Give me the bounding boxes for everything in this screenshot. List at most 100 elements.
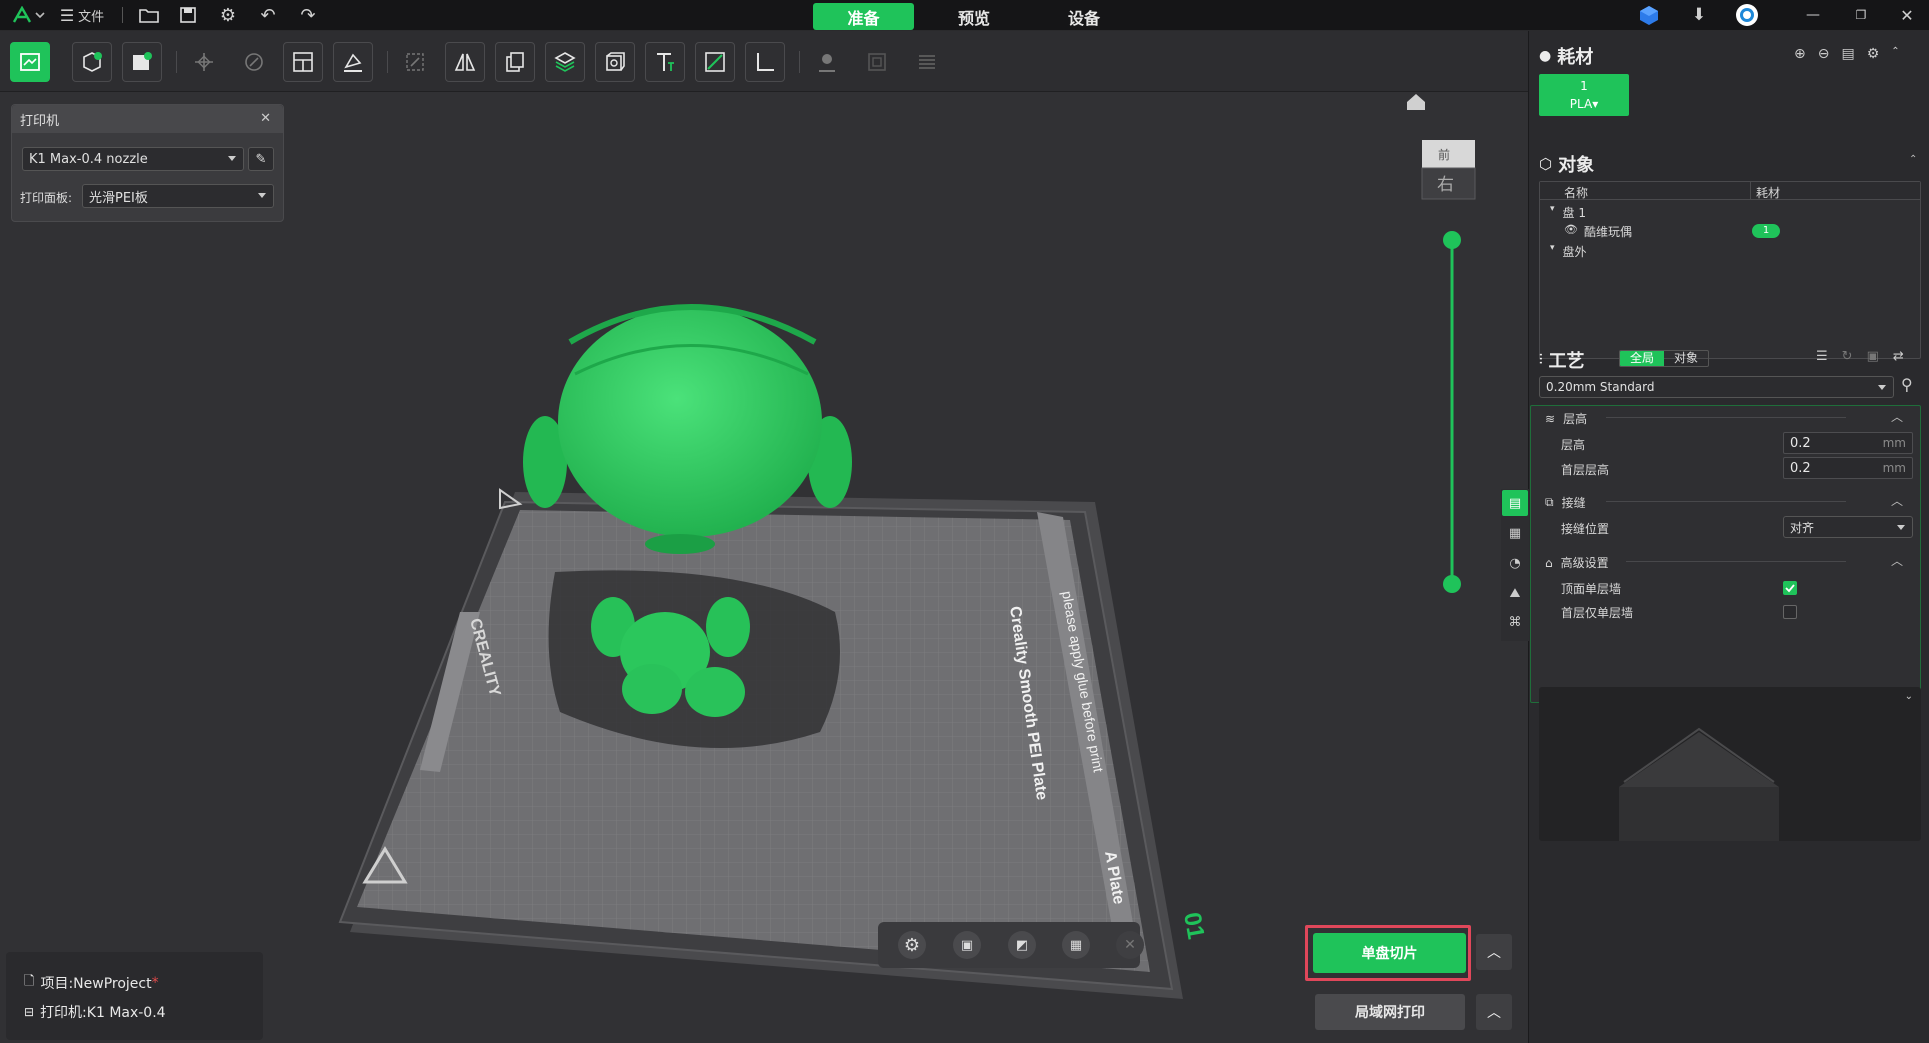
minimize-icon[interactable]: — bbox=[1800, 4, 1826, 26]
auto-arrange-button[interactable] bbox=[184, 42, 224, 82]
view-cube[interactable]: 前 右 bbox=[1421, 140, 1476, 200]
plate-preview-thumbnail[interactable]: ⌄ bbox=[1539, 687, 1921, 841]
objects-collapse-icon[interactable]: ⌃ bbox=[1909, 154, 1917, 165]
remove-filament-icon[interactable]: ⊖ bbox=[1818, 46, 1830, 62]
compare-icon[interactable]: ⇄ bbox=[1893, 349, 1904, 364]
print-options-button[interactable]: ︿ bbox=[1476, 994, 1512, 1030]
add-object-button[interactable] bbox=[72, 42, 112, 82]
slice-layers-button[interactable] bbox=[907, 42, 947, 82]
title-bar: ☰ 文件 ⚙ ↶ ↷ 准备 预览 设备 ⬇ — ❐ ✕ bbox=[0, 0, 1929, 31]
app-logo-menu[interactable] bbox=[10, 4, 48, 26]
close-panel-icon[interactable]: ✕ bbox=[260, 111, 271, 126]
file-menu[interactable]: ☰ 文件 bbox=[56, 4, 108, 26]
top-one-wall-checkbox[interactable] bbox=[1783, 581, 1797, 595]
filament-edit-icon[interactable]: ▤ bbox=[1841, 46, 1854, 62]
tab-prepare[interactable]: 准备 bbox=[813, 3, 914, 30]
plate-auto-arrange-icon[interactable]: ◩ bbox=[1008, 931, 1036, 959]
mirror-button[interactable] bbox=[445, 42, 485, 82]
close-window-icon[interactable]: ✕ bbox=[1894, 4, 1920, 26]
visibility-eye-icon[interactable]: 👁 bbox=[1564, 223, 1578, 240]
3d-viewport[interactable]: Creality Smooth PEI Plate please apply g… bbox=[0, 92, 1528, 1043]
plate-settings-gear-icon[interactable]: ⚙ bbox=[898, 931, 926, 959]
plate-orient-icon[interactable]: ▣ bbox=[953, 931, 981, 959]
redo-icon[interactable]: ↷ bbox=[295, 4, 321, 26]
save-preset-icon[interactable]: ▣ bbox=[1867, 349, 1879, 364]
first-one-wall-checkbox[interactable] bbox=[1783, 605, 1797, 619]
expand-arrow-icon-2: ▾ bbox=[1550, 243, 1555, 253]
undo-icon[interactable]: ↶ bbox=[255, 4, 281, 26]
layer-height-input[interactable]: 0.2 mm bbox=[1783, 432, 1913, 454]
speed-tab-icon[interactable]: ◔ bbox=[1502, 550, 1528, 576]
filament-slot-1[interactable]: 1 PLA▾ bbox=[1539, 74, 1629, 116]
hollow-cube-icon bbox=[606, 52, 625, 71]
collapse-icon[interactable]: ⌃ bbox=[1891, 46, 1899, 62]
preview-collapse-icon[interactable]: ⌄ bbox=[1905, 691, 1913, 702]
quality-tab-icon[interactable]: ▤ bbox=[1502, 490, 1528, 516]
process-profile-select[interactable]: 0.20mm Standard bbox=[1539, 376, 1894, 398]
copy-icon bbox=[506, 52, 524, 72]
layer-slider-top-handle[interactable] bbox=[1443, 231, 1461, 249]
group-advanced[interactable]: ⌂ 高级设置 bbox=[1545, 554, 1609, 571]
tab-object[interactable]: 对象 bbox=[1664, 351, 1708, 366]
slice-options-button[interactable]: ︿ bbox=[1476, 934, 1512, 970]
tab-global[interactable]: 全局 bbox=[1620, 351, 1664, 366]
scale-button[interactable] bbox=[395, 42, 435, 82]
layer-slider-bottom-handle[interactable] bbox=[1443, 575, 1461, 593]
plate-delete-icon[interactable]: ✕ bbox=[1116, 931, 1144, 959]
group-collapse-icon-2[interactable]: ︿ bbox=[1891, 492, 1903, 509]
text-button[interactable] bbox=[645, 42, 685, 82]
add-filament-icon[interactable]: ⊕ bbox=[1794, 46, 1806, 62]
hollow-button[interactable] bbox=[595, 42, 635, 82]
layer-height-label: 层高 bbox=[1561, 438, 1586, 452]
lay-on-face-button[interactable] bbox=[333, 42, 373, 82]
split-button[interactable] bbox=[857, 42, 897, 82]
project-printer[interactable]: ⊟ 打印机:K1 Max-0.4 bbox=[24, 1002, 166, 1022]
open-folder-icon[interactable] bbox=[136, 4, 162, 26]
process-list-icon[interactable]: ☰ bbox=[1816, 349, 1828, 364]
plate-view-button[interactable] bbox=[10, 42, 50, 82]
slice-plate-button[interactable]: 单盘切片 bbox=[1313, 933, 1466, 973]
filament-spool-icon: ● bbox=[1539, 48, 1552, 64]
color-paint-button[interactable] bbox=[695, 42, 735, 82]
home-view-icon[interactable] bbox=[1407, 94, 1425, 110]
copy-button[interactable] bbox=[495, 42, 535, 82]
support-paint-button[interactable] bbox=[545, 42, 585, 82]
seam-position-select[interactable]: 对齐 bbox=[1783, 516, 1913, 538]
printer-select[interactable]: K1 Max-0.4 nozzle bbox=[22, 147, 244, 171]
support-tab-icon[interactable]: ⛰ bbox=[1502, 580, 1528, 606]
save-icon[interactable] bbox=[175, 4, 201, 26]
group-collapse-icon[interactable]: ︿ bbox=[1891, 408, 1903, 425]
plate-grid-arrange-icon[interactable]: ▦ bbox=[1062, 931, 1090, 959]
project-name[interactable]: 🗋 项目:NewProject * bbox=[24, 972, 159, 994]
strength-tab-icon[interactable]: ▦ bbox=[1502, 520, 1528, 546]
download-icon[interactable]: ⬇ bbox=[1686, 4, 1712, 26]
layout-button[interactable] bbox=[283, 42, 323, 82]
restore-icon[interactable]: ❐ bbox=[1848, 4, 1874, 26]
object-filament-badge[interactable]: 1 bbox=[1752, 224, 1780, 238]
lan-print-button[interactable]: 局域网打印 bbox=[1315, 994, 1465, 1030]
group-layer-height[interactable]: ≋ 层高 bbox=[1545, 410, 1587, 427]
tree-object-item[interactable]: 👁 酷维玩偶 bbox=[1564, 223, 1632, 240]
group-seam[interactable]: ⧉ 接缝 bbox=[1545, 494, 1586, 511]
tree-plate-1[interactable]: ▾ 盘 1 bbox=[1550, 204, 1586, 221]
seam-group-icon: ⧉ bbox=[1545, 495, 1554, 509]
edit-printer-icon[interactable]: ✎ bbox=[248, 147, 274, 171]
search-icon[interactable]: ⚲ bbox=[1901, 375, 1913, 394]
tab-preview[interactable]: 预览 bbox=[924, 3, 1024, 30]
objects-section-title: ⬡ 对象 bbox=[1539, 155, 1595, 176]
tree-outside-plate[interactable]: ▾ 盘外 bbox=[1550, 243, 1587, 260]
others-tab-icon[interactable]: ⌘ bbox=[1502, 609, 1528, 635]
assembly-button[interactable] bbox=[807, 42, 847, 82]
plate-type-select[interactable]: 光滑PEI板 bbox=[82, 184, 274, 208]
settings-gear-icon[interactable]: ⚙ bbox=[215, 4, 241, 26]
add-plate-button[interactable] bbox=[122, 42, 162, 82]
orient-button[interactable] bbox=[234, 42, 274, 82]
first-layer-height-input[interactable]: 0.2 mm bbox=[1783, 457, 1913, 479]
reset-icon[interactable]: ↻ bbox=[1842, 349, 1853, 364]
group-collapse-icon-3[interactable]: ︿ bbox=[1891, 552, 1903, 569]
measure-button[interactable] bbox=[745, 42, 785, 82]
cloud-model-icon[interactable] bbox=[1636, 4, 1662, 26]
tab-device[interactable]: 设备 bbox=[1034, 3, 1134, 30]
account-avatar-icon[interactable] bbox=[1734, 4, 1760, 26]
filament-settings-icon[interactable]: ⚙ bbox=[1867, 46, 1880, 62]
